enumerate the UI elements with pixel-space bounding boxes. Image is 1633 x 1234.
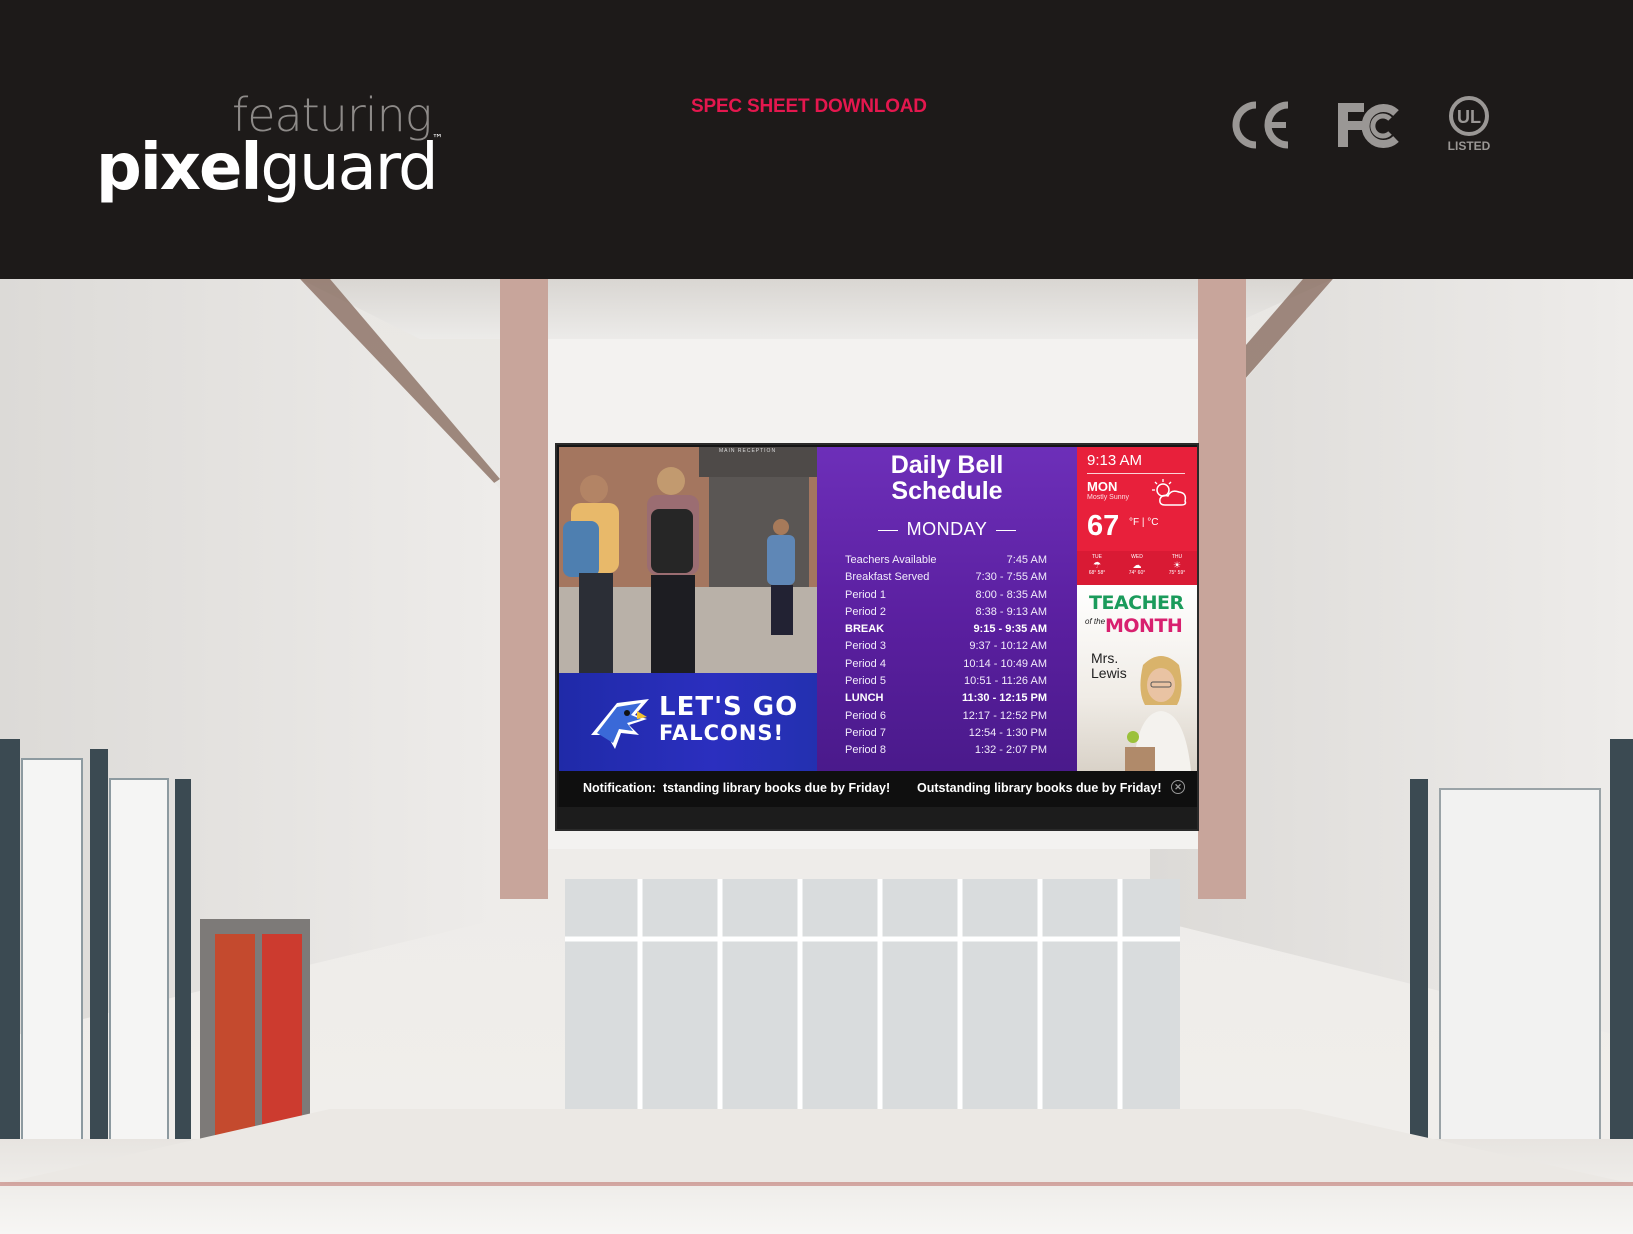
schedule-list: Teachers Available 7:45 AM Breakfast Serv… <box>845 552 1047 760</box>
forecast-day: TUE ☂ 68° 58° <box>1079 551 1115 585</box>
display-bezel <box>557 807 1197 829</box>
schedule-row: Breakfast Served 7:30 - 7:55 AM <box>845 569 1047 586</box>
close-icon[interactable]: ✕ <box>1171 780 1185 794</box>
forecast-day: THU ☀ 75° 59° <box>1159 551 1195 585</box>
falcons-text: LET'S GO FALCONS! <box>659 693 798 745</box>
schedule-row: Period 5 10:51 - 11:26 AM <box>845 673 1047 690</box>
weather-condition: Mostly Sunny <box>1087 494 1130 501</box>
weather-time: 9:13 AM <box>1087 452 1143 469</box>
logo-brand-bold: pixel <box>96 131 262 205</box>
pixelguard-logo: featuring pixelguard ™ <box>96 92 456 222</box>
schedule-row-label: Period 7 <box>845 726 886 739</box>
schedule-row: Period 3 9:37 - 10:12 AM <box>845 638 1047 655</box>
teacher-heading-word: TEACHER <box>1089 592 1184 614</box>
forecast-temps: 74° 60° <box>1128 570 1146 577</box>
digital-signage-display: MAIN RECEPTION LET'S GO FALCONS! Daily B… <box>555 443 1199 831</box>
schedule-row-label: Period 3 <box>845 640 886 653</box>
schedule-row-label: LUNCH <box>845 692 884 705</box>
schedule-row-label: Period 1 <box>845 588 886 601</box>
notification-ticker: Notification: tstanding library books du… <box>559 771 1197 807</box>
ce-mark-icon <box>1232 101 1289 149</box>
schedule-day-label: MONDAY <box>906 519 988 539</box>
schedule-day: MONDAY <box>817 519 1077 540</box>
teacher-portrait <box>1125 656 1191 771</box>
falcons-line-2: FALCONS! <box>659 720 785 745</box>
schedule-row-time: 11:30 - 12:15 PM <box>962 692 1047 705</box>
ticker-label: Notification: <box>583 781 656 795</box>
schedule-title: Daily Bell Schedule <box>817 451 1077 505</box>
schedule-row-label: Period 5 <box>845 675 886 688</box>
ticker-message: tstanding library books due by Friday! <box>663 781 891 795</box>
students-photo-panel: MAIN RECEPTION LET'S GO FALCONS! <box>559 447 817 771</box>
schedule-row-highlight: LUNCH 11:30 - 12:15 PM <box>845 690 1047 707</box>
logo-wordmark: pixelguard <box>96 136 439 200</box>
schedule-row-time: 1:32 - 2:07 PM <box>974 744 1047 757</box>
forecast-day: WED ☁ 74° 60° <box>1119 551 1155 585</box>
schedule-row-label: Teachers Available <box>845 554 937 566</box>
schedule-row-label: Period 2 <box>845 605 886 618</box>
schedule-row-time: 9:15 - 9:35 AM <box>973 623 1047 636</box>
falcons-banner: LET'S GO FALCONS! <box>559 673 817 771</box>
teacher-name-line-1: Mrs. <box>1091 650 1119 666</box>
rain-cloud-icon: ☂ <box>1092 559 1102 570</box>
schedule-row-time: 12:54 - 1:30 PM <box>968 726 1047 739</box>
schedule-row: Period 8 1:32 - 2:07 PM <box>845 742 1047 759</box>
schedule-row-label: Breakfast Served <box>845 571 930 584</box>
forecast-temps: 75° 59° <box>1168 570 1186 577</box>
spec-sheet-download-link[interactable]: SPEC SHEET DOWNLOAD <box>691 96 927 118</box>
hallway-scene: MAIN RECEPTION LET'S GO FALCONS! Daily B… <box>0 279 1633 1234</box>
fcc-mark-icon <box>1338 103 1399 148</box>
main-reception-sign: MAIN RECEPTION <box>719 448 777 454</box>
schedule-row: Period 7 12:54 - 1:30 PM <box>845 725 1047 742</box>
weather-temperature: 67 <box>1087 510 1120 542</box>
schedule-row-label: BREAK <box>845 623 885 636</box>
schedule-row-time: 7:30 - 7:55 AM <box>975 571 1047 584</box>
ul-listed-icon: UL LISTED <box>1448 96 1491 153</box>
partly-sunny-icon <box>1152 479 1187 506</box>
schedule-title-line-1: Daily Bell <box>890 451 1004 479</box>
falcons-line-1: LET'S GO <box>659 692 799 722</box>
header-band: featuring pixelguard ™ SPEC SHEET DOWNLO… <box>0 0 1633 279</box>
schedule-row-label: Period 8 <box>845 744 886 757</box>
ticker-message: Outstanding library books due by Friday! <box>917 781 1162 795</box>
weather-divider <box>1087 473 1185 474</box>
teacher-of-the: of the <box>1085 617 1106 626</box>
schedule-row: Period 6 12:17 - 12:52 PM <box>845 708 1047 725</box>
schedule-row-time: 12:17 - 12:52 PM <box>962 709 1047 722</box>
svg-text:UL: UL <box>1457 107 1481 127</box>
weather-panel: 9:13 AM MON Mostly Sunny 67 °F | °C TUE … <box>1077 447 1197 585</box>
schedule-row-label: Period 4 <box>845 657 886 670</box>
forecast-temps: 68° 58° <box>1088 570 1106 577</box>
schedule-row: Teachers Available 7:45 AM <box>845 552 1047 569</box>
teacher-month-word: MONTH <box>1105 615 1183 637</box>
schedule-row-time: 10:14 - 10:49 AM <box>963 657 1047 670</box>
schedule-row-time: 9:37 - 10:12 AM <box>969 640 1047 653</box>
teacher-of-month-panel: TEACHER of the MONTH Mrs. Lewis <box>1077 585 1197 771</box>
schedule-row-time: 8:38 - 9:13 AM <box>975 605 1047 618</box>
schedule-row-time: 8:00 - 8:35 AM <box>975 588 1047 601</box>
students-photo <box>559 447 817 673</box>
schedule-row-time: 7:45 AM <box>1006 554 1047 566</box>
schedule-row-label: Period 6 <box>845 709 886 722</box>
partly-cloudy-icon: ☁ <box>1132 559 1142 570</box>
sun-icon: ☀ <box>1172 559 1182 570</box>
svg-text:LISTED: LISTED <box>1448 139 1491 153</box>
schedule-row-highlight: BREAK 9:15 - 9:35 AM <box>845 621 1047 638</box>
teacher-name-line-2: Lewis <box>1091 664 1127 681</box>
falcon-mascot-icon <box>591 699 649 749</box>
weather-forecast: TUE ☂ 68° 58° WED ☁ 74° 60° THU ☀ 75° 59… <box>1077 551 1197 585</box>
schedule-row-time: 10:51 - 11:26 AM <box>964 675 1047 688</box>
schedule-row: Period 1 8:00 - 8:35 AM <box>845 587 1047 604</box>
weather-unit-toggle: °F | °C <box>1129 517 1159 528</box>
logo-trademark: ™ <box>432 132 443 145</box>
schedule-title-line-2: Schedule <box>891 476 1003 505</box>
logo-brand-light: guard <box>260 131 438 205</box>
weather-day: MON <box>1087 479 1118 494</box>
schedule-row: Period 2 8:38 - 9:13 AM <box>845 604 1047 621</box>
schedule-row: Period 4 10:14 - 10:49 AM <box>845 656 1047 673</box>
bell-schedule-panel: Daily Bell Schedule MONDAY Teachers Avai… <box>817 447 1077 771</box>
teacher-name: Mrs. Lewis <box>1091 651 1127 680</box>
